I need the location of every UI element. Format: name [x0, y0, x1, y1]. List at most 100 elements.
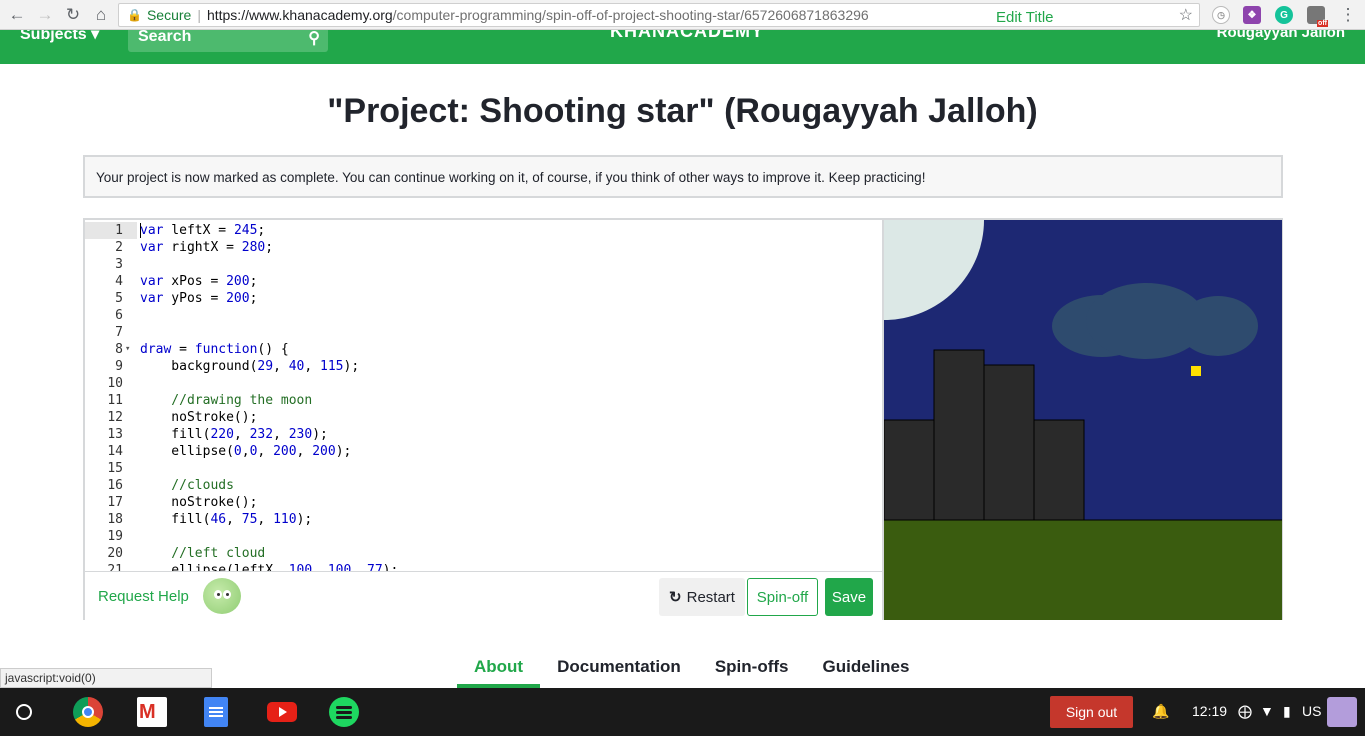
line-number: 21: [107, 563, 123, 571]
code-line[interactable]: 21 ellipse(leftX, 100, 100, 77);: [85, 562, 882, 571]
lock-icon: 🔒: [127, 8, 142, 22]
line-number: 13: [107, 427, 123, 442]
code-line[interactable]: 18 fill(46, 75, 110);: [85, 511, 882, 528]
fold-arrow-icon[interactable]: ▾: [125, 341, 130, 358]
line-number: 17: [107, 495, 123, 510]
code-line[interactable]: 15: [85, 460, 882, 477]
back-icon[interactable]: ←: [4, 2, 30, 28]
code-line[interactable]: 10: [85, 375, 882, 392]
code-text: ellipse(leftX, 100, 100, 77);: [140, 563, 399, 571]
line-number: 15: [107, 461, 123, 476]
subjects-menu[interactable]: Subjects ▾: [20, 30, 99, 44]
tab-guidelines[interactable]: Guidelines: [805, 652, 926, 688]
line-number: 5: [115, 291, 123, 306]
save-button[interactable]: Save: [825, 578, 873, 616]
wifi-icon[interactable]: ▼: [1260, 703, 1274, 719]
code-line[interactable]: 8 ▾ draw = function() {: [85, 341, 882, 358]
docs-icon[interactable]: [204, 697, 228, 727]
project-tabs: About Documentation Spin-offs Guidelines: [457, 652, 926, 688]
code-text: //drawing the moon: [140, 393, 313, 408]
launcher-icon[interactable]: [16, 704, 32, 720]
code-line[interactable]: 17 noStroke();: [85, 494, 882, 511]
sign-out-button[interactable]: Sign out: [1050, 696, 1133, 728]
reload-icon[interactable]: ↻: [60, 2, 86, 28]
line-number: 2: [115, 240, 123, 255]
url-path: /computer-programming/spin-off-of-projec…: [392, 7, 869, 23]
code-line[interactable]: 20 //left cloud: [85, 545, 882, 562]
forward-icon[interactable]: →: [32, 2, 58, 28]
line-number: 12: [107, 410, 123, 425]
browser-toolbar: ← → ↻ ⌂ 🔒 Secure | https://www.khanacade…: [0, 0, 1365, 30]
extension-off-icon[interactable]: off: [1307, 6, 1328, 27]
logo[interactable]: KHANACADEMY: [610, 30, 764, 42]
code-line[interactable]: 3: [85, 256, 882, 273]
code-line[interactable]: 6: [85, 307, 882, 324]
youtube-icon[interactable]: [267, 702, 297, 722]
completion-notice: Your project is now marked as complete. …: [83, 155, 1283, 198]
canvas-drawing: [784, 120, 1282, 620]
code-line[interactable]: 1 var leftX = 245;: [85, 222, 882, 239]
menu-icon[interactable]: ⋮: [1335, 2, 1361, 28]
code-text: //clouds: [140, 478, 234, 493]
code-line[interactable]: 11 //drawing the moon: [85, 392, 882, 409]
line-number: 1: [115, 223, 123, 238]
spinoff-button[interactable]: Spin-off: [747, 578, 818, 616]
extension-puzzle-icon[interactable]: ❖: [1243, 6, 1261, 24]
ground: [884, 520, 1282, 620]
code-editor[interactable]: 1 var leftX = 245; 2 var rightX = 280; 3 4 var…: [85, 220, 882, 571]
code-line[interactable]: 7: [85, 324, 882, 341]
code-line[interactable]: 16 //clouds: [85, 477, 882, 494]
tab-spin-offs[interactable]: Spin-offs: [698, 652, 806, 688]
gmail-icon[interactable]: M: [137, 697, 167, 727]
code-text: draw = function() {: [140, 342, 289, 357]
grammarly-icon[interactable]: G: [1275, 6, 1293, 24]
line-number: 3: [115, 257, 123, 272]
code-text: var xPos = 200;: [140, 274, 258, 289]
notification-bell-icon[interactable]: 🔔: [1152, 703, 1169, 720]
avatar-eye-icon: [223, 590, 231, 599]
title-row: "Project: Shooting star" (Rougayyah Jall…: [0, 92, 1365, 131]
line-number: 4: [115, 274, 123, 289]
secure-label: Secure: [146, 7, 192, 23]
clock[interactable]: 12:19: [1192, 703, 1227, 719]
site-header: Subjects ▾ Search ⚲ KHANACADEMY Rougayya…: [0, 30, 1365, 64]
extension-clock-icon[interactable]: ◷: [1212, 6, 1230, 24]
bookmark-star-icon[interactable]: ☆: [1179, 5, 1193, 25]
avatar-eye-icon: [214, 590, 222, 599]
line-number: 6: [115, 308, 123, 323]
code-text: fill(46, 75, 110);: [140, 512, 313, 527]
code-text: ellipse(0,0, 200, 200);: [140, 444, 352, 459]
code-line[interactable]: 14 ellipse(0,0, 200, 200);: [85, 443, 882, 460]
edit-title-link[interactable]: Edit Title: [996, 9, 1054, 26]
line-number: 18: [107, 512, 123, 527]
code-line[interactable]: 2 var rightX = 280;: [85, 239, 882, 256]
user-menu[interactable]: Rougayyah Jalloh: [1217, 30, 1345, 41]
network-icon[interactable]: ⨁: [1238, 703, 1252, 720]
tab-about[interactable]: About: [457, 652, 541, 688]
output-canvas[interactable]: [784, 120, 1282, 620]
url-host: https://www.khanacademy.org: [206, 7, 393, 23]
input-locale[interactable]: US: [1302, 703, 1321, 719]
code-line[interactable]: 5 var yPos = 200;: [85, 290, 882, 307]
home-icon[interactable]: ⌂: [88, 2, 114, 28]
spotify-icon[interactable]: [329, 697, 359, 727]
code-line[interactable]: 4 var xPos = 200;: [85, 273, 882, 290]
code-line[interactable]: 9 background(29, 40, 115);: [85, 358, 882, 375]
search-input[interactable]: Search ⚲: [128, 30, 328, 52]
page-title: "Project: Shooting star" (Rougayyah Jall…: [327, 92, 1038, 130]
line-number: 10: [107, 376, 123, 391]
code-line[interactable]: 19: [85, 528, 882, 545]
request-help-link[interactable]: Request Help: [98, 588, 189, 605]
line-number: 8: [115, 342, 123, 357]
chrome-icon[interactable]: [73, 697, 103, 727]
code-text: noStroke();: [140, 410, 258, 425]
tab-documentation[interactable]: Documentation: [540, 652, 698, 688]
project-workspace: 1 var leftX = 245; 2 var rightX = 280; 3 4 var…: [83, 120, 1283, 620]
code-text: var yPos = 200;: [140, 291, 258, 306]
code-line[interactable]: 12 noStroke();: [85, 409, 882, 426]
restart-button[interactable]: ↻ Restart: [659, 578, 745, 616]
battery-icon[interactable]: ▮: [1283, 703, 1291, 720]
code-line[interactable]: 13 fill(220, 232, 230);: [85, 426, 882, 443]
user-avatar-icon[interactable]: [1327, 697, 1357, 727]
shooting-star: [1191, 366, 1201, 376]
